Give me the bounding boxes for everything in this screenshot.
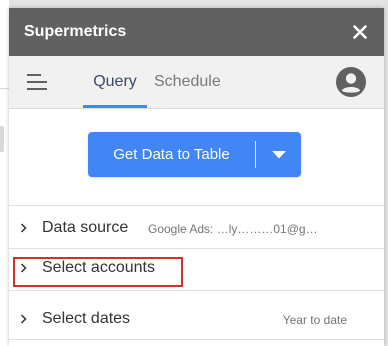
chevron-right-icon [20,263,27,273]
select-dates-value: Year to date [282,313,347,327]
menu-icon [27,74,47,90]
sidebar-titlebar: Supermetrics [9,8,384,56]
caret-down-icon [271,150,286,158]
background-tab-edge [0,126,4,152]
redacted-value [240,259,322,272]
data-source-label: Data source [42,219,129,236]
tab-query[interactable]: Query [83,56,147,108]
close-button[interactable] [348,20,372,44]
chevron-right-icon [20,223,27,233]
supermetrics-sidebar: Supermetrics Query Schedule Get Data to … [9,8,384,346]
get-data-split-button: Get Data to Table [88,132,301,177]
active-tab-indicator [83,105,147,108]
data-source-row[interactable]: Data source Google Ads: …ly………01@g… [9,208,384,249]
menu-button[interactable] [27,71,51,93]
select-dates-label: Select dates [42,310,131,327]
chevron-right-icon [20,314,27,324]
get-data-dropdown-button[interactable] [256,132,301,177]
select-accounts-row[interactable]: Select accounts [9,250,384,291]
close-icon [353,25,367,39]
section-divider [9,205,384,206]
background-divider [0,88,9,89]
data-source-value: Google Ads: …ly………01@g… [148,222,318,236]
select-dates-row[interactable]: Select dates Year to date [9,299,384,340]
tab-bar: Query Schedule [9,56,384,109]
account-button[interactable] [336,67,366,97]
account-circle-icon [336,67,366,97]
app-title: Supermetrics [24,23,127,40]
tab-schedule[interactable]: Schedule [154,56,221,108]
select-accounts-label: Select accounts [42,259,155,276]
get-data-to-table-button[interactable]: Get Data to Table [88,132,255,177]
background-sheet [0,0,9,346]
